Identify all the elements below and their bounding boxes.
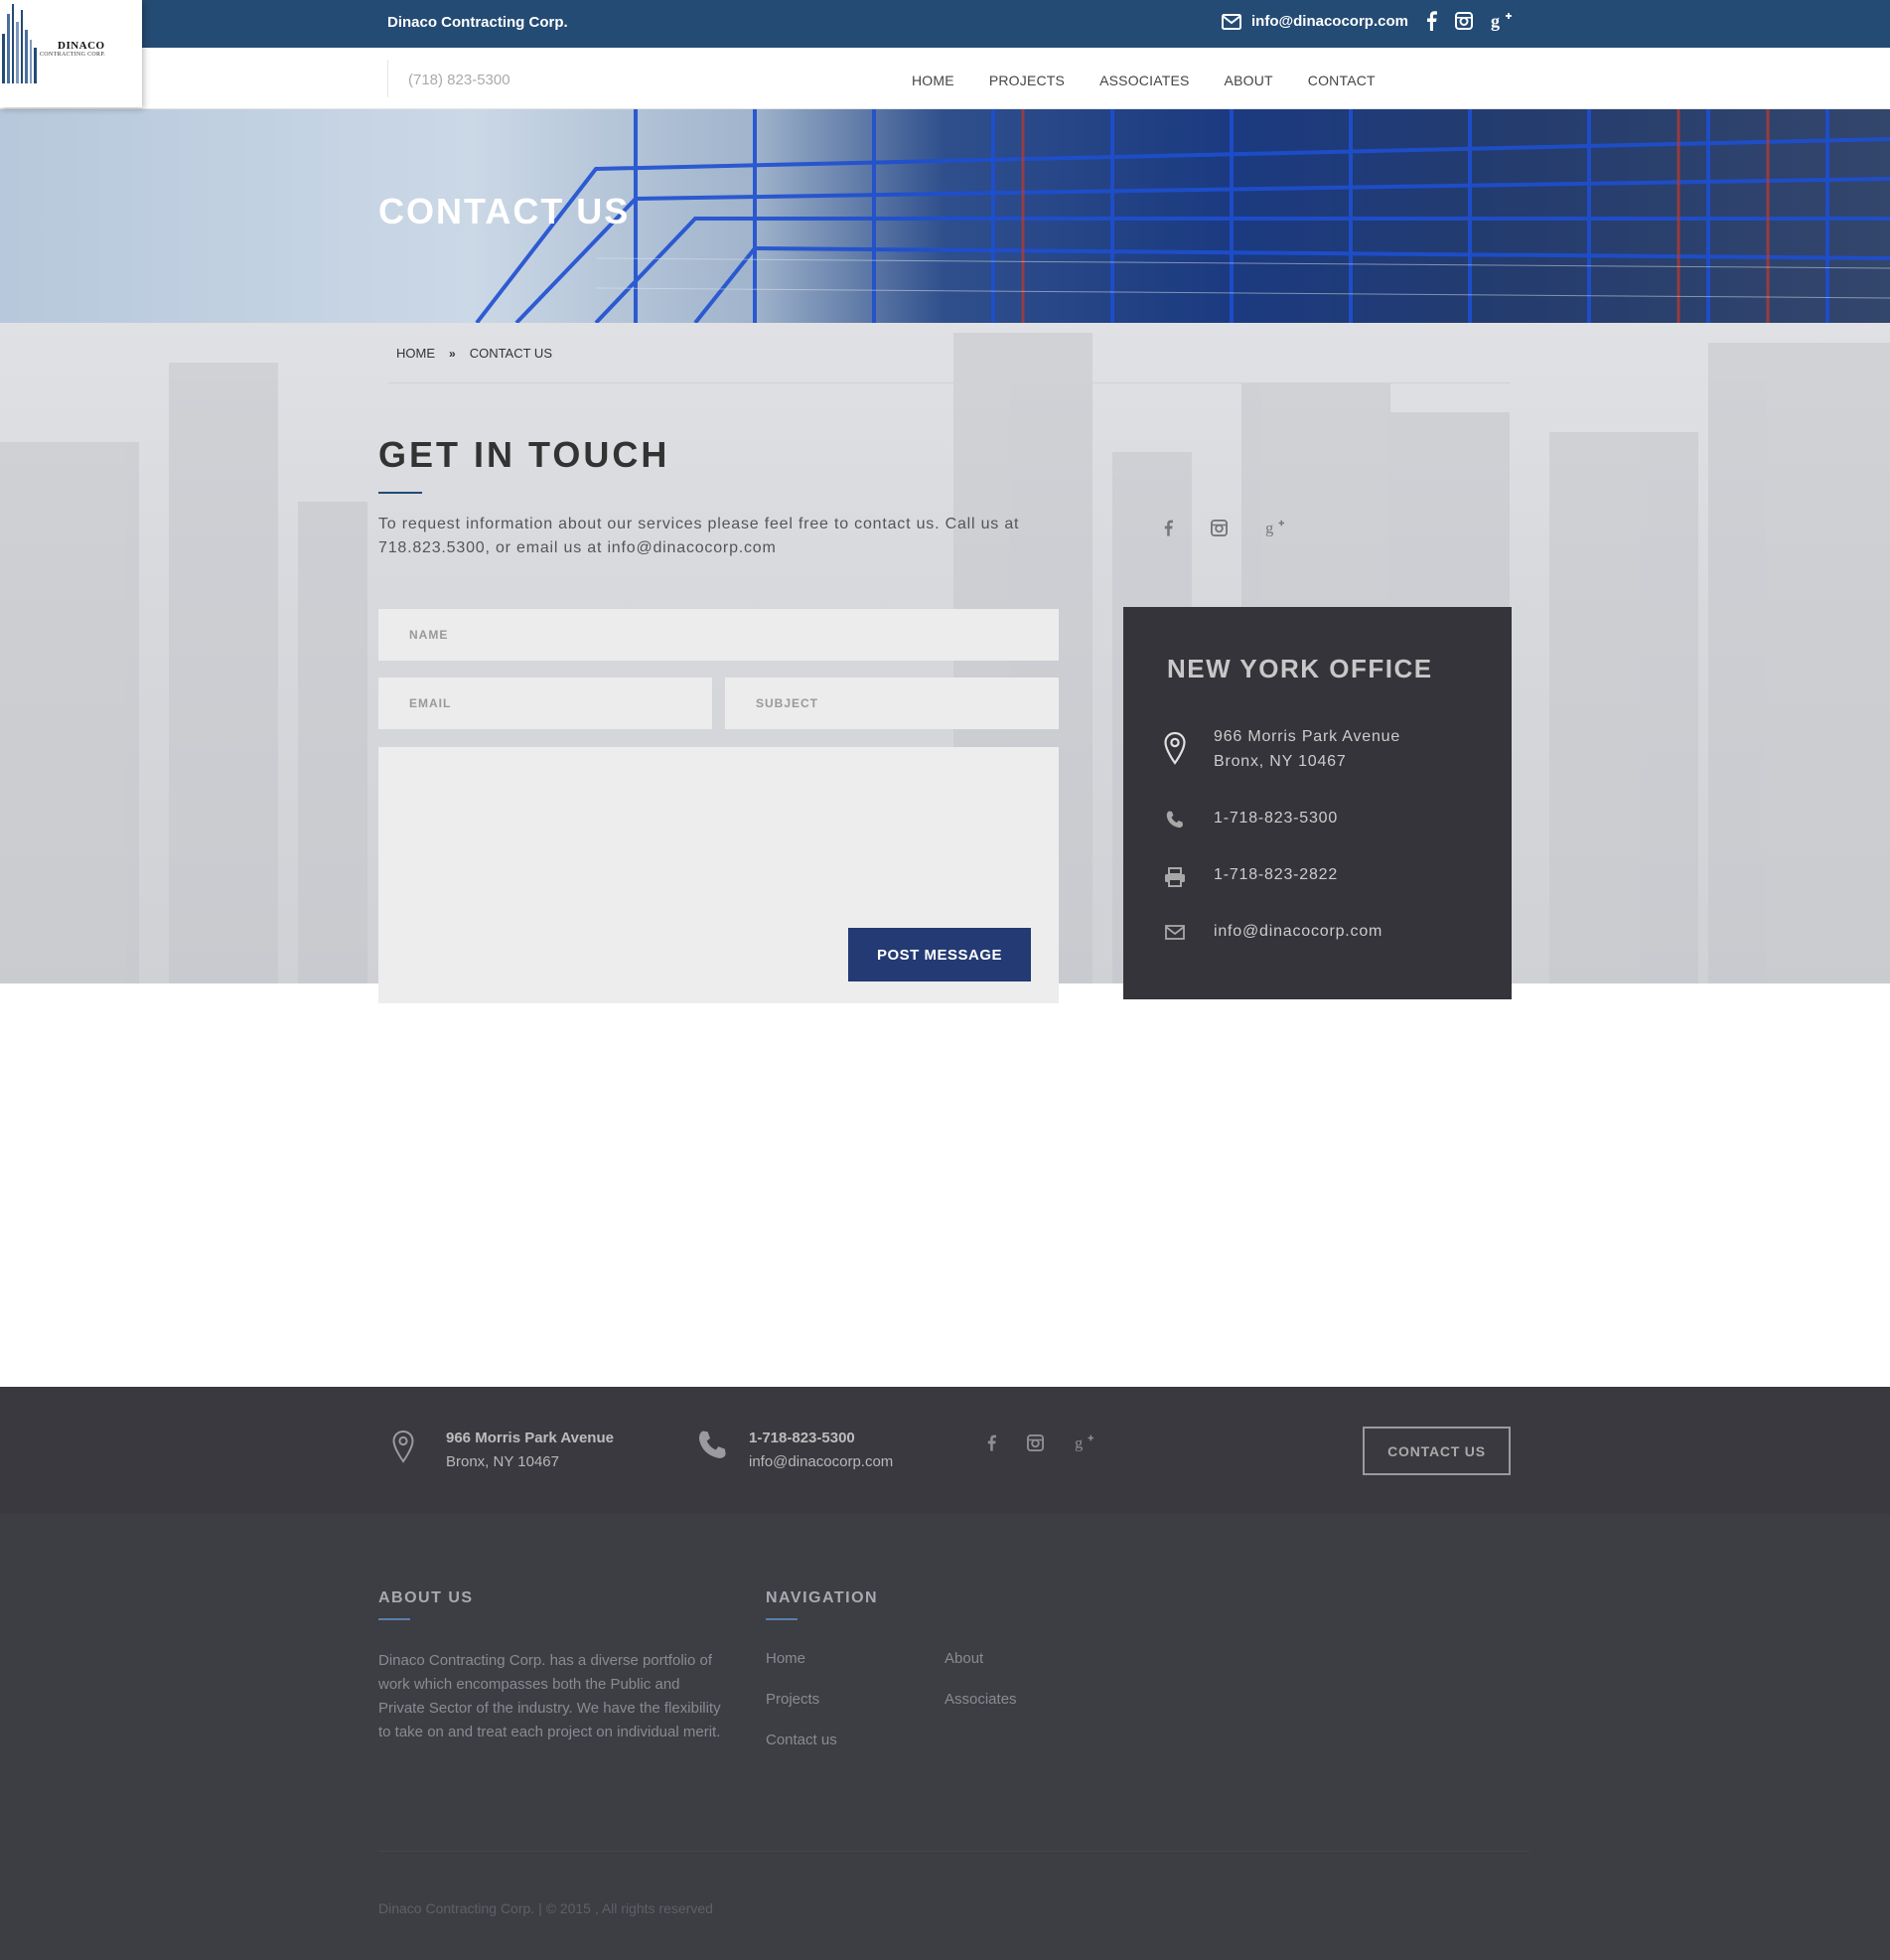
footer-address: 966 Morris Park Avenue Bronx, NY 10467	[446, 1427, 614, 1474]
main-menu: HOME PROJECTS ASSOCIATES ABOUT CONTACT	[912, 73, 1376, 88]
get-in-touch-title: GET IN TOUCH	[378, 434, 670, 475]
footer-main: ABOUT US Dinaco Contracting Corp. has a …	[0, 1514, 1890, 1960]
hero-title: CONTACT US	[378, 191, 631, 231]
footer-link-contact[interactable]: Contact us	[766, 1732, 837, 1748]
instagram-icon[interactable]	[1027, 1433, 1044, 1456]
double-chevron-right-icon: »	[449, 346, 456, 361]
envelope-icon	[1165, 925, 1185, 945]
copyright: Dinaco Contracting Corp. | © 2015 , All …	[378, 1900, 713, 1916]
phone-icon	[696, 1429, 729, 1466]
office-panel: NEW YORK OFFICE 966 Morris Park Avenue B…	[1123, 607, 1512, 999]
navbar-divider	[387, 60, 388, 97]
top-bar: Dinaco Contracting Corp. info@dinacocorp…	[0, 0, 1890, 48]
topbar-email-link[interactable]: info@dinacocorp.com	[1222, 13, 1408, 30]
nav-item-contact[interactable]: CONTACT	[1308, 73, 1376, 88]
facebook-icon[interactable]	[1164, 520, 1173, 541]
nav-item-home[interactable]: HOME	[912, 73, 954, 88]
breadcrumb-divider	[387, 382, 1511, 383]
topbar-email: info@dinacocorp.com	[1251, 13, 1408, 30]
envelope-icon	[1222, 13, 1241, 30]
subject-field[interactable]: SUBJECT	[725, 678, 1059, 729]
office-address-line1: 966 Morris Park Avenue	[1214, 728, 1401, 745]
breadcrumb-home[interactable]: HOME	[396, 346, 435, 361]
footer-divider	[378, 1851, 1529, 1852]
breadcrumb: HOME » CONTACT US	[396, 346, 552, 361]
footer-contact-band: 966 Morris Park Avenue Bronx, NY 10467 1…	[0, 1387, 1890, 1514]
post-message-button[interactable]: POST MESSAGE	[848, 928, 1031, 981]
instagram-icon[interactable]	[1455, 12, 1473, 30]
navigation-heading: NAVIGATION	[766, 1589, 879, 1606]
navbar-phone: (718) 823-5300	[408, 72, 510, 88]
footer-phone: 1-718-823-5300	[749, 1430, 855, 1446]
svg-text:g: g	[1075, 1433, 1083, 1451]
contact-us-button[interactable]: CONTACT US	[1363, 1427, 1511, 1475]
nav-item-associates[interactable]: ASSOCIATES	[1099, 73, 1189, 88]
construction-scaffold-image	[475, 109, 1890, 323]
svg-text:g: g	[1265, 519, 1273, 536]
nav-item-about[interactable]: ABOUT	[1225, 73, 1273, 88]
phone-icon	[1165, 810, 1185, 834]
footer-socials: g	[987, 1433, 1094, 1456]
footer-link-home[interactable]: Home	[766, 1650, 805, 1667]
about-us-heading: ABOUT US	[378, 1589, 474, 1606]
name-field[interactable]: NAME	[378, 609, 1059, 661]
footer-link-about[interactable]: About	[945, 1650, 983, 1667]
get-in-touch-text: To request information about our service…	[378, 516, 1020, 556]
footer-contact: 1-718-823-5300 info@dinacocorp.com	[749, 1427, 893, 1474]
footer-email[interactable]: info@dinacocorp.com	[749, 1453, 893, 1470]
navigation-underline	[766, 1618, 798, 1620]
about-us-underline	[378, 1618, 410, 1620]
google-plus-icon[interactable]: g	[1075, 1433, 1094, 1456]
svg-text:g: g	[1491, 11, 1500, 31]
hero-banner: CONTACT US	[0, 109, 1890, 323]
footer-address-line2: Bronx, NY 10467	[446, 1453, 559, 1470]
email-field[interactable]: EMAIL	[378, 678, 712, 729]
office-fax: 1-718-823-2822	[1214, 866, 1339, 883]
google-plus-icon[interactable]: g	[1265, 519, 1285, 541]
map-marker-icon	[391, 1429, 415, 1469]
company-name: Dinaco Contracting Corp.	[387, 14, 568, 31]
logo-buildings-icon	[2, 4, 37, 83]
main-navbar: (718) 823-5300 HOME PROJECTS ASSOCIATES …	[0, 48, 1890, 109]
title-underline	[378, 492, 422, 494]
logo-name: DINACO	[58, 40, 105, 52]
breadcrumb-current: CONTACT US	[469, 346, 552, 361]
office-title: NEW YORK OFFICE	[1167, 654, 1433, 683]
topbar-socials: g	[1426, 11, 1513, 31]
logo-subtitle: CONTRACTING CORP.	[40, 52, 106, 58]
map-marker-icon	[1163, 731, 1187, 770]
site-logo[interactable]: DINACO CONTRACTING CORP.	[0, 0, 142, 107]
about-us-text: Dinaco Contracting Corp. has a diverse p…	[378, 1652, 721, 1740]
footer-address-line1: 966 Morris Park Avenue	[446, 1430, 614, 1446]
office-phone: 1-718-823-5300	[1214, 810, 1339, 827]
content-socials: g	[1164, 519, 1285, 541]
office-email[interactable]: info@dinacocorp.com	[1214, 919, 1382, 944]
google-plus-icon[interactable]: g	[1491, 11, 1513, 31]
printer-icon	[1164, 867, 1186, 892]
contact-form: NAME EMAIL SUBJECT POST MESSAGE	[378, 609, 1059, 1003]
footer-link-projects[interactable]: Projects	[766, 1691, 819, 1708]
footer-link-associates[interactable]: Associates	[945, 1691, 1017, 1708]
office-address-line2: Bronx, NY 10467	[1214, 753, 1347, 770]
instagram-icon[interactable]	[1211, 519, 1228, 541]
facebook-icon[interactable]	[987, 1434, 996, 1456]
facebook-icon[interactable]	[1426, 11, 1437, 31]
nav-item-projects[interactable]: PROJECTS	[989, 73, 1065, 88]
